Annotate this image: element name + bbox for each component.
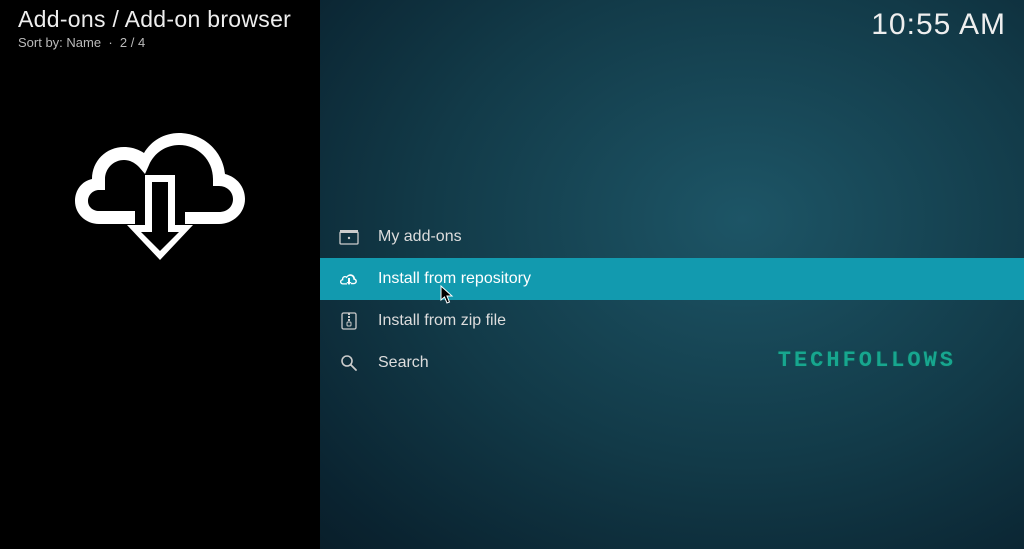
sort-prefix: Sort by:	[18, 35, 63, 50]
menu-item-label: My add-ons	[378, 228, 462, 246]
header: Add-ons / Add-on browser Sort by: Name ·…	[18, 6, 1006, 50]
menu-item-label: Search	[378, 354, 429, 372]
sort-value[interactable]: Name	[66, 35, 101, 50]
main-panel: My add-ons Install from repository	[320, 0, 1024, 549]
watermark: TECHFOLLOWS	[778, 348, 956, 373]
page-indicator: 2 / 4	[120, 35, 145, 50]
sidebar	[0, 0, 320, 549]
clock: 10:55 AM	[871, 8, 1006, 42]
menu-item-install-repository[interactable]: Install from repository	[320, 258, 1024, 300]
breadcrumb: Add-ons / Add-on browser	[18, 6, 291, 33]
menu-item-my-addons[interactable]: My add-ons	[320, 216, 1024, 258]
sort-line: Sort by: Name · 2 / 4	[18, 35, 291, 50]
search-icon	[338, 352, 360, 374]
menu-item-label: Install from repository	[378, 270, 531, 288]
download-cloud-icon	[338, 268, 360, 290]
menu-item-install-zip[interactable]: Install from zip file	[320, 300, 1024, 342]
box-icon	[338, 226, 360, 248]
download-cloud-icon	[75, 125, 245, 265]
menu-item-label: Install from zip file	[378, 312, 506, 330]
zip-icon	[338, 310, 360, 332]
